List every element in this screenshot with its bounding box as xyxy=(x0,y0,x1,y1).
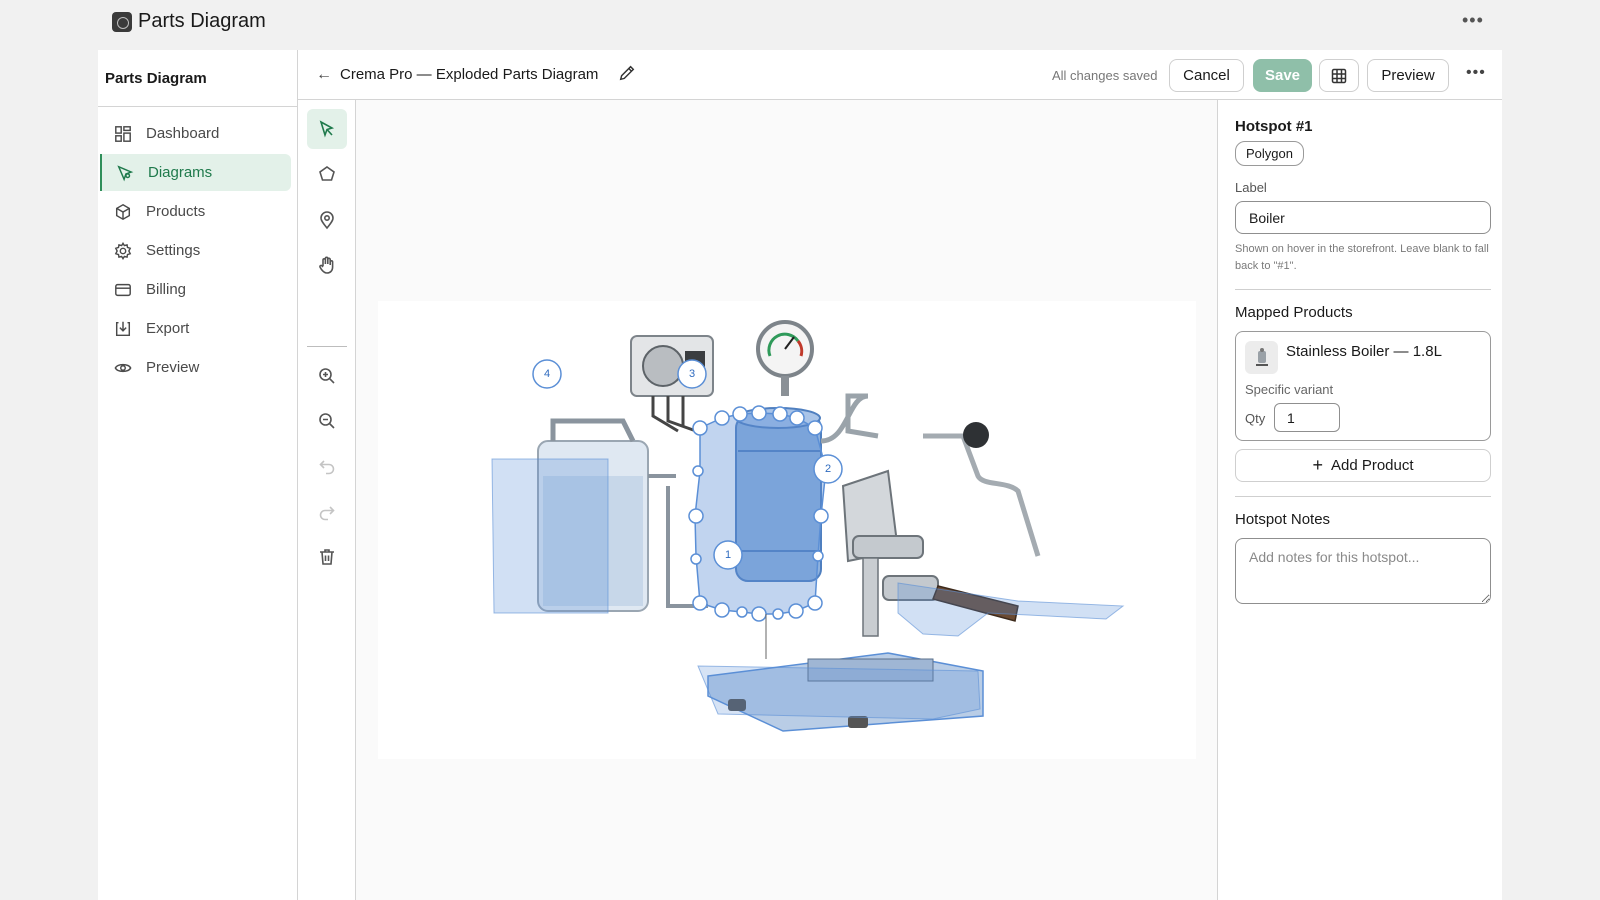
gear-icon xyxy=(114,241,132,260)
qty-input[interactable] xyxy=(1274,403,1340,432)
pressure-gauge-part xyxy=(756,320,814,396)
grid-icon xyxy=(1331,68,1347,83)
undo-icon[interactable] xyxy=(307,446,347,486)
save-status: All changes saved xyxy=(1052,68,1158,83)
toolbar-divider xyxy=(307,346,347,347)
table-view-button[interactable] xyxy=(1319,59,1359,92)
exploded-diagram-image[interactable]: 1 2 3 4 xyxy=(378,301,1196,759)
sidebar-item-label: Settings xyxy=(146,242,201,259)
hotspot-portafilter-region[interactable] xyxy=(897,582,1125,637)
download-icon xyxy=(114,320,132,338)
mapped-product-card[interactable]: Stainless Boiler — 1.8L Specific variant… xyxy=(1235,331,1491,441)
pin-tool-icon[interactable] xyxy=(307,200,347,240)
hotspot-badge-number: 1 xyxy=(725,549,731,561)
hotspot-notes-textarea[interactable] xyxy=(1235,538,1491,604)
espresso-machine-illustration: 1 2 3 4 xyxy=(491,320,1125,732)
redo-icon[interactable] xyxy=(307,492,347,532)
shape-type-badge: Polygon xyxy=(1235,141,1304,166)
sidebar-nav: Dashboard Diagrams Products Settings Bil… xyxy=(98,107,297,386)
back-arrow-icon[interactable]: ← xyxy=(316,66,332,84)
hotspot-title: Hotspot #1 xyxy=(1235,118,1313,135)
hotspot-badge-number: 3 xyxy=(689,368,695,380)
box-icon xyxy=(114,203,132,221)
sidebar-item-label: Billing xyxy=(146,281,187,298)
sidebar-item-export[interactable]: Export xyxy=(100,310,291,347)
hotspot-badge-4[interactable]: 4 xyxy=(532,359,562,389)
product-name: Stainless Boiler — 1.8L xyxy=(1286,343,1442,360)
app-bar: Parts Diagram ••• xyxy=(0,0,1600,48)
steam-wand-part xyxy=(923,422,1041,557)
sidebar-item-billing[interactable]: Billing xyxy=(100,271,291,308)
mapped-products-heading: Mapped Products xyxy=(1235,304,1353,321)
editor-header: ← Crema Pro — Exploded Parts Diagram All… xyxy=(298,50,1502,100)
polygon-tool-icon[interactable] xyxy=(307,154,347,194)
diagram-canvas[interactable]: 1 2 3 4 xyxy=(356,100,1218,900)
pan-hand-tool-icon[interactable] xyxy=(307,245,347,285)
sidebar-item-products[interactable]: Products xyxy=(100,193,291,230)
diagram-icon xyxy=(116,164,134,182)
sidebar-item-label: Products xyxy=(146,203,206,220)
dashboard-icon xyxy=(114,125,132,143)
card-icon xyxy=(114,281,132,299)
section-divider xyxy=(1235,496,1491,497)
sidebar-item-label: Dashboard xyxy=(146,125,220,142)
tool-palette xyxy=(298,100,356,900)
sidebar-item-diagrams[interactable]: Diagrams xyxy=(100,154,291,191)
diagram-title: Crema Pro — Exploded Parts Diagram xyxy=(340,66,599,83)
hotspot-4-region[interactable] xyxy=(491,458,609,614)
label-field-heading: Label xyxy=(1235,180,1267,195)
zoom-out-icon[interactable] xyxy=(307,401,347,441)
hotspot-1-region-selected[interactable] xyxy=(694,412,827,615)
sidebar-item-label: Export xyxy=(146,320,190,337)
plus-icon: + xyxy=(1312,455,1323,475)
section-divider xyxy=(1235,289,1491,290)
hotspot-label-input[interactable] xyxy=(1235,201,1491,234)
more-actions-icon[interactable]: ••• xyxy=(1466,64,1486,82)
product-variant: Specific variant xyxy=(1245,382,1334,397)
app-logo-icon xyxy=(112,12,132,32)
save-button[interactable]: Save xyxy=(1253,59,1312,92)
sidebar-item-settings[interactable]: Settings xyxy=(100,232,291,269)
steam-pipe xyxy=(820,393,879,444)
hotspot-notes-heading: Hotspot Notes xyxy=(1235,511,1331,528)
hotspot-inspector: Hotspot #1 Polygon Label Shown on hover … xyxy=(1219,100,1502,900)
sidebar-title: Parts Diagram xyxy=(98,50,297,107)
hotspot-badge-2[interactable]: 2 xyxy=(813,454,843,484)
more-options-icon[interactable]: ••• xyxy=(1462,10,1484,31)
sidebar-item-dashboard[interactable]: Dashboard xyxy=(100,115,291,152)
edit-title-pencil-icon[interactable] xyxy=(618,64,636,87)
app-title: Parts Diagram xyxy=(138,10,266,32)
hotspot-badge-1[interactable]: 1 xyxy=(713,540,743,570)
hotspot-drip-tray-region[interactable] xyxy=(697,665,981,720)
sidebar-item-label: Diagrams xyxy=(148,164,213,181)
qty-label: Qty xyxy=(1245,411,1266,426)
main-frame: Parts Diagram Dashboard Diagrams Product… xyxy=(98,50,1502,900)
hotspot-badge-3[interactable]: 3 xyxy=(677,359,707,389)
sidebar-item-preview[interactable]: Preview xyxy=(100,349,291,386)
trash-icon[interactable] xyxy=(307,537,347,577)
hotspot-badge-number: 2 xyxy=(825,463,831,475)
add-product-button[interactable]: + Add Product xyxy=(1235,449,1491,482)
add-product-label: Add Product xyxy=(1330,457,1414,474)
label-help-text: Shown on hover in the storefront. Leave … xyxy=(1235,243,1489,272)
sidebar-item-label: Preview xyxy=(146,359,200,376)
zoom-in-icon[interactable] xyxy=(307,356,347,396)
product-thumbnail xyxy=(1245,341,1278,374)
cancel-button[interactable]: Cancel xyxy=(1169,59,1244,92)
select-tool-icon[interactable] xyxy=(307,109,347,149)
sidebar: Parts Diagram Dashboard Diagrams Product… xyxy=(98,50,298,900)
eye-icon xyxy=(114,359,132,377)
hotspot-badge-number: 4 xyxy=(544,368,550,380)
preview-button[interactable]: Preview xyxy=(1367,59,1449,92)
